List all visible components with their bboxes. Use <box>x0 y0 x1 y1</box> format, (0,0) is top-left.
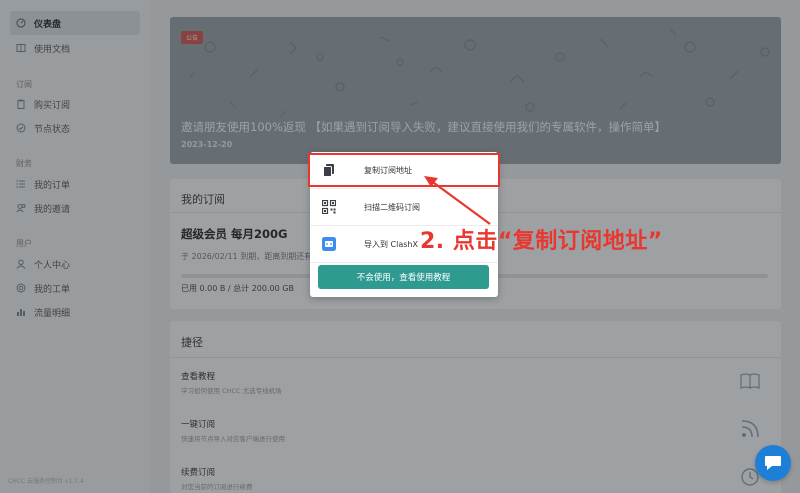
divider <box>310 262 498 263</box>
menu-item-label: 扫描二维码订阅 <box>364 202 420 212</box>
chat-icon <box>765 456 781 470</box>
chat-button[interactable] <box>755 445 791 481</box>
annotation-text: 2. 点击“复制订阅地址” <box>420 229 663 254</box>
menu-item-label: 导入到 ClashX <box>364 239 418 249</box>
qrcode-icon <box>322 200 336 214</box>
clashx-icon <box>322 237 336 251</box>
help-tutorial-button[interactable]: 不会使用，查看使用教程 <box>318 265 489 289</box>
